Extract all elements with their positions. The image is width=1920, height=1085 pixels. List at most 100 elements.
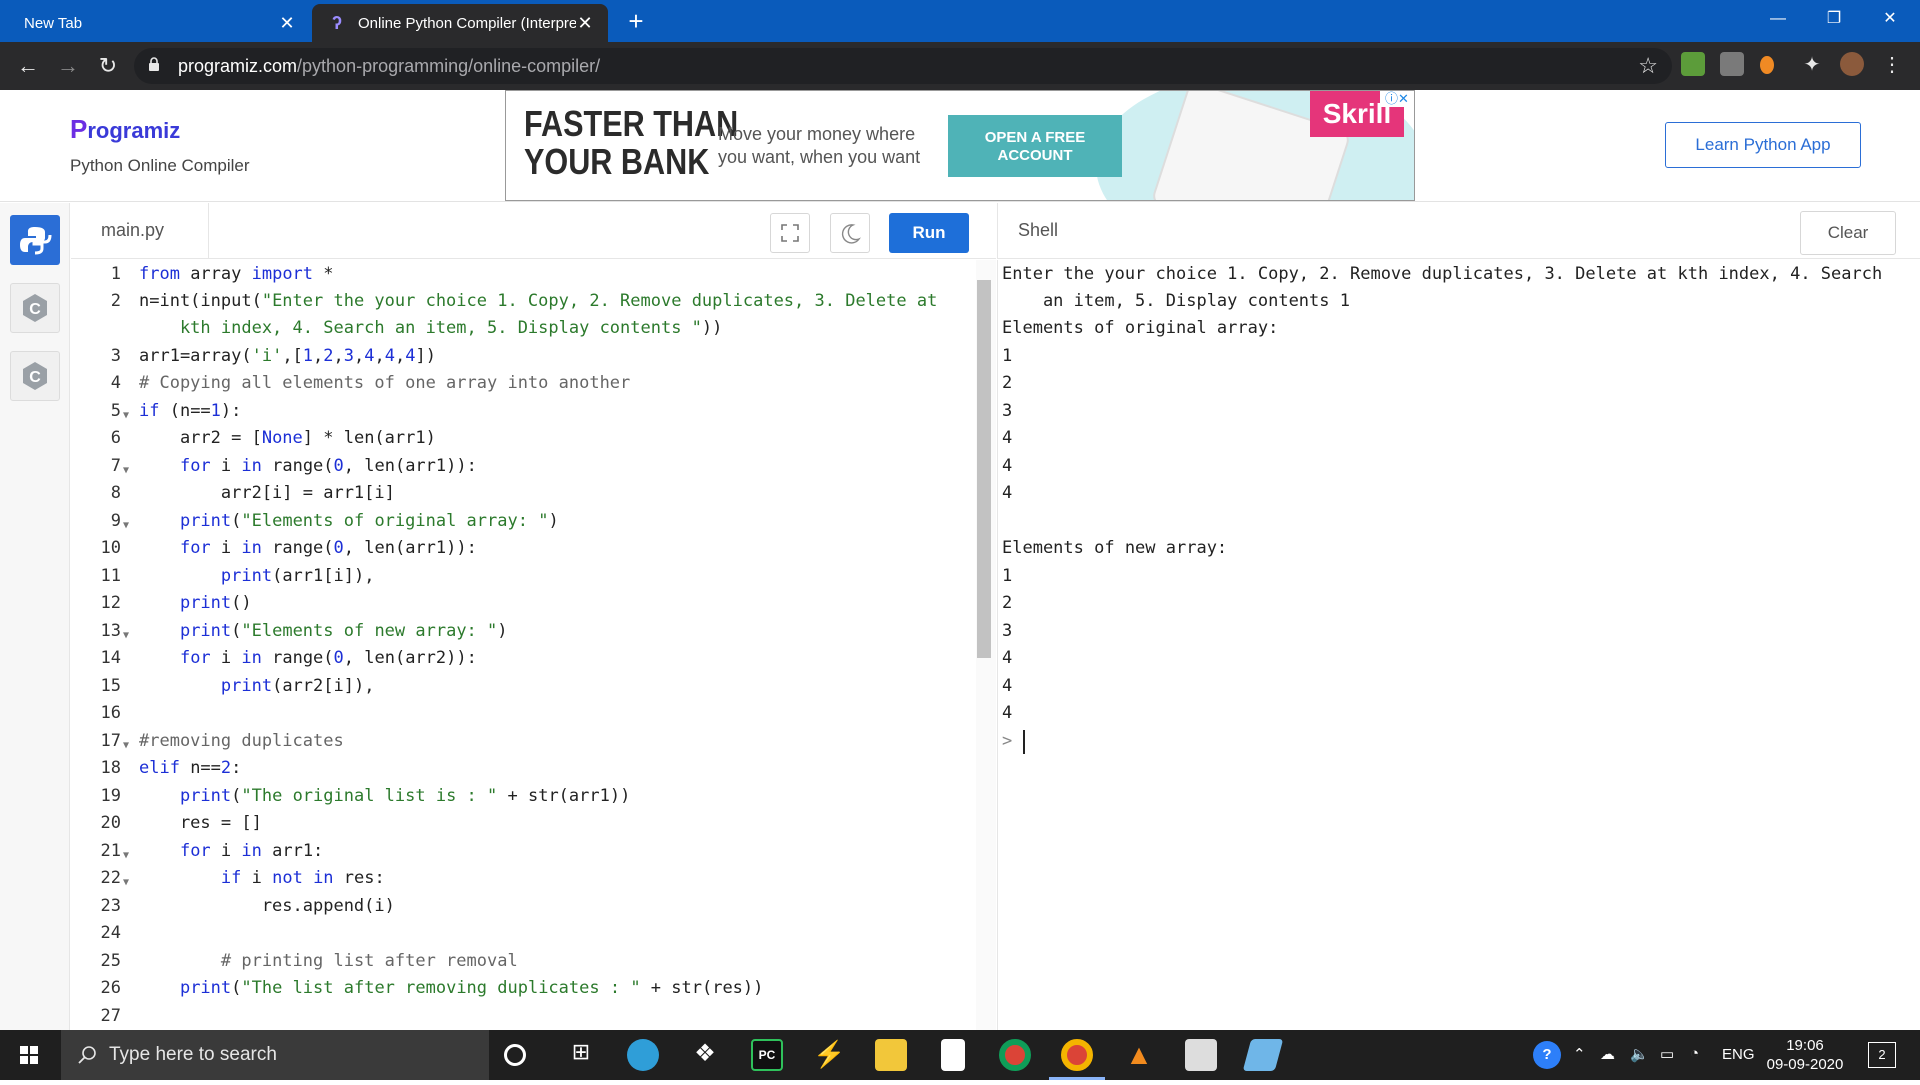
onedrive-icon[interactable]: ☁ [1600, 1045, 1615, 1063]
dropbox-icon[interactable]: ❖ [689, 1039, 721, 1071]
clear-button[interactable]: Clear [1800, 211, 1896, 255]
c-language-button[interactable]: C [10, 283, 60, 333]
edge-icon[interactable] [627, 1039, 659, 1071]
menu-kebab-icon[interactable]: ⋮ [1880, 52, 1904, 76]
back-arrow-icon[interactable]: ← [12, 50, 44, 82]
close-tab-icon[interactable]: ✕ [278, 13, 296, 34]
tab-online-python-compiler[interactable]: ʔ Online Python Compiler (Interpre ✕ [312, 4, 608, 42]
ad-headline: FASTER THAN YOUR BANK [524, 105, 738, 181]
programiz-favicon-icon: ʔ [332, 13, 343, 33]
fullscreen-button[interactable] [770, 213, 810, 253]
language-rail: C C [0, 203, 70, 1030]
shell-prompt: > [1002, 731, 1023, 751]
cortana-icon[interactable] [504, 1044, 526, 1066]
wifi-icon[interactable]: ◔ [1690, 1045, 1699, 1062]
extensions-puzzle-icon[interactable]: ✦ [1800, 52, 1824, 76]
code-line: print() [179, 593, 252, 613]
python-icon [20, 227, 52, 255]
fullscreen-icon [781, 224, 799, 242]
reload-icon[interactable]: ↻ [92, 50, 124, 82]
run-button[interactable]: Run [889, 213, 969, 253]
ad-cta-button[interactable]: OPEN A FREE ACCOUNT [948, 115, 1122, 177]
fold-arrow-icon[interactable]: ▼ [123, 465, 129, 476]
battery-icon[interactable]: ▭ [1660, 1045, 1674, 1063]
forward-arrow-icon[interactable]: → [52, 50, 84, 82]
ad-body: Move your money where you want, when you… [718, 123, 920, 169]
language-indicator[interactable]: ENG [1722, 1046, 1755, 1063]
line-number: 3 [110, 346, 121, 366]
close-window-icon[interactable]: ✕ [1862, 0, 1918, 38]
volume-icon[interactable]: 🔈 [1630, 1045, 1649, 1063]
code-line: for i in range(0, len(arr1)): [179, 538, 477, 558]
code-line: from array import * [139, 264, 334, 284]
code-line: arr2 = [None] * len(arr1) [139, 428, 436, 448]
profile-avatar[interactable] [1840, 52, 1864, 76]
extension-green-icon[interactable] [1681, 52, 1705, 76]
bookmark-star-icon[interactable]: ☆ [1638, 53, 1658, 79]
help-icon[interactable]: ? [1533, 1041, 1561, 1069]
task-view-icon[interactable]: ⊞ [565, 1039, 597, 1071]
fold-arrow-icon[interactable]: ▼ [123, 877, 129, 888]
notifications-icon[interactable]: 2 [1868, 1042, 1896, 1068]
chrome-active-icon[interactable] [1061, 1039, 1093, 1071]
line-number: 7 [110, 456, 121, 476]
ad-body-line-1: Move your money where [718, 124, 916, 144]
pycharm-icon[interactable]: PC [751, 1039, 783, 1071]
advertisement-banner[interactable]: FASTER THAN YOUR BANK Move your money wh… [505, 90, 1415, 201]
ad-close-icon[interactable]: ⓘ✕ [1380, 91, 1414, 107]
code-line: print(arr2[i]), [220, 676, 375, 696]
fold-arrow-icon[interactable]: ▼ [123, 630, 129, 641]
restore-icon[interactable]: ❐ [1806, 0, 1862, 38]
code-editor[interactable]: 1 2 3 4 5 6 7 8 9 10 11 12 13 14 15 16 1… [71, 260, 996, 1030]
line-number: 12 [100, 593, 121, 613]
browser-toolbar: ← → ↻ programiz.com/python-programming/o… [0, 42, 1920, 90]
app-blue-icon[interactable] [1242, 1039, 1284, 1071]
ad-headline-line-1: FASTER THAN [524, 103, 739, 144]
search-icon [78, 1046, 96, 1064]
code-line: for i in arr1: [179, 841, 324, 861]
cpp-language-button[interactable]: C [10, 351, 60, 401]
code-line: print("The list after removing duplicate… [179, 978, 764, 998]
line-number: 27 [100, 1006, 121, 1026]
dark-mode-button[interactable] [830, 213, 870, 253]
line-number: 9 [110, 511, 121, 531]
ad-body-line-2: you want, when you want [718, 147, 921, 167]
show-hidden-icons-icon[interactable]: ⌃ [1573, 1045, 1586, 1063]
address-bar[interactable]: programiz.com/python-programming/online-… [134, 48, 1672, 84]
shell-line: an item, 5. Display contents 1 [1002, 291, 1350, 311]
code-line: if (n==1): [139, 401, 242, 421]
editor-scrollbar-thumb[interactable] [977, 280, 991, 658]
vlc-icon[interactable]: ▲ [1123, 1039, 1155, 1071]
image-viewer-icon[interactable] [1185, 1039, 1217, 1071]
shell-line: 4 [1002, 428, 1013, 448]
extension-gray-icon[interactable] [1720, 52, 1744, 76]
chrome-icon[interactable] [999, 1039, 1031, 1071]
fold-arrow-icon[interactable]: ▼ [123, 410, 129, 421]
line-number: 8 [110, 483, 121, 503]
start-button[interactable] [0, 1030, 58, 1080]
code-line: elif n==2: [139, 758, 242, 778]
file-explorer-icon[interactable] [875, 1039, 907, 1071]
fold-arrow-icon[interactable]: ▼ [123, 520, 129, 531]
notification-count: 2 [1878, 1047, 1886, 1062]
tab-new-tab[interactable]: New Tab ✕ [0, 4, 310, 42]
programiz-logo[interactable]: Programiz [70, 114, 180, 145]
shell-output[interactable]: Enter the your choice 1. Copy, 2. Remove… [997, 260, 1920, 1030]
line-number: 14 [100, 648, 121, 668]
taskbar-search-box[interactable]: Type here to search [61, 1030, 489, 1080]
learn-python-app-button[interactable]: Learn Python App [1665, 122, 1861, 168]
document-icon[interactable] [941, 1039, 965, 1071]
new-tab-button[interactable]: + [620, 6, 652, 38]
extension-orange-icon[interactable] [1760, 56, 1774, 74]
line-number: 23 [100, 896, 121, 916]
code-line: print("Elements of original array: ") [179, 511, 559, 531]
sublime-like-icon[interactable]: ⚡ [813, 1039, 845, 1071]
minimize-icon[interactable]: — [1750, 0, 1806, 38]
close-tab-icon[interactable]: ✕ [576, 13, 594, 34]
python-language-button[interactable] [10, 215, 60, 265]
fold-arrow-icon[interactable]: ▼ [123, 850, 129, 861]
code-line: for i in range(0, len(arr1)): [179, 456, 477, 476]
file-tab-main-py[interactable]: main.py [71, 203, 209, 259]
clock[interactable]: 19:06 09-09-2020 [1762, 1036, 1848, 1074]
fold-arrow-icon[interactable]: ▼ [123, 740, 129, 751]
